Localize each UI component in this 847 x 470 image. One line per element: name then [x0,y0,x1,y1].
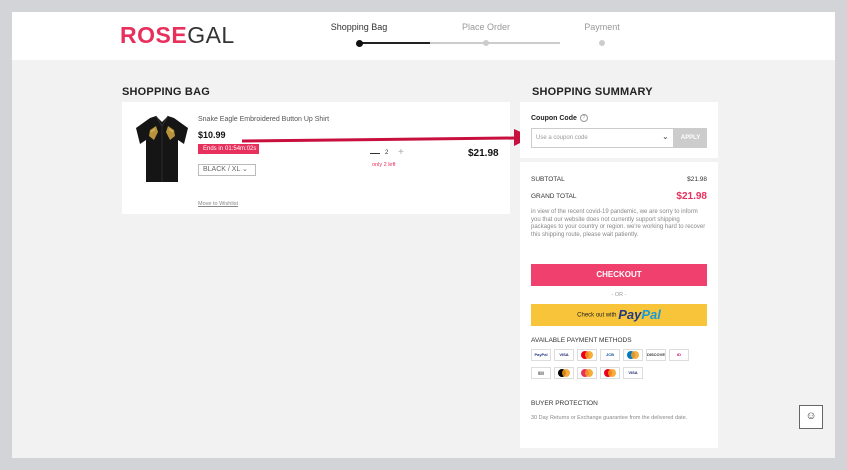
buyer-protection-text: 30 Day Returns or Exchange guarantee fro… [531,415,688,421]
coupon-label-text: Coupon Code [531,114,577,122]
buyer-protection-title: BUYER PROTECTION [531,400,598,407]
step-dot [599,40,605,46]
chat-support-icon[interactable]: ☺ [799,405,823,429]
bag-item-card: Snake Eagle Embroidered Button Up Shirt … [122,102,510,214]
payment-methods-grid: PayPal VISA JCB DISCOVER iD||||| VISA [531,349,707,385]
product-image[interactable] [134,114,190,184]
paypal-logo-pal: Pal [641,307,661,322]
line-total: $21.98 [468,148,499,159]
step-dot [355,40,363,47]
apply-coupon-button[interactable]: APPLY [674,128,707,148]
payment-methods-title: AVAILABLE PAYMENT METHODS [531,337,632,344]
subtotal-row: SUBTOTAL $21.98 [531,176,707,183]
page-frame: ROSEGAL Shopping Bag Place Order Payment… [12,12,835,458]
subtotal-label: SUBTOTAL [531,176,565,183]
stock-note: only 2 left [372,162,396,168]
logo-rose: ROSE [120,22,188,48]
grand-total-row: GRAND TOTAL $21.98 [531,191,707,202]
coupon-input[interactable]: Use a coupon code [531,128,674,148]
step-dot [483,40,489,46]
rosegal-logo[interactable]: ROSEGAL [120,22,235,49]
quantity-minus-button[interactable]: — [370,148,380,159]
paypal-logo: PayPal [618,307,661,322]
paypal-prefix: Check out with [577,312,617,319]
product-title[interactable]: Snake Eagle Embroidered Button Up Shirt [198,116,329,123]
giropay-icon [554,367,574,379]
product-price: $10.99 [198,130,226,140]
paypal-logo-pay: Pay [618,307,642,322]
subtotal-value: $21.98 [687,176,707,183]
quantity-plus-button[interactable]: + [398,147,404,158]
move-to-wishlist-link[interactable]: Move to Wishlist [198,201,238,207]
shopping-bag-title: SHOPPING BAG [122,86,210,98]
visa-electron-icon: VISA [623,367,643,379]
variant-value: BLACK / XL [203,166,241,173]
step-payment: Payment [567,22,637,46]
boleto-icon: ||||| [531,367,551,379]
ideal-icon: iD [669,349,689,361]
chevron-down-icon: ⌄ [242,166,248,173]
checkout-button[interactable]: CHECKOUT [531,264,707,286]
coupon-card: Coupon Code? Use a coupon code ⌄ APPLY [520,102,718,158]
countdown-badge: Ends in 01:54m:02s [198,144,260,154]
coupon-label: Coupon Code? [531,114,588,122]
maestro-icon [600,367,620,379]
or-divider: - OR - [611,292,627,298]
shopping-summary-title: SHOPPING SUMMARY [532,86,653,98]
grand-total-value: $21.98 [676,191,707,202]
step-shopping-bag: Shopping Bag [324,22,394,47]
step-place-order: Place Order [451,22,521,46]
quantity-value: 2 [385,150,389,156]
jcb-icon: JCB [600,349,620,361]
step-label: Place Order [461,22,511,32]
variant-selector[interactable]: BLACK / XL ⌄ [198,164,256,176]
step-label: Payment [584,22,620,32]
sofort-icon [577,367,597,379]
shipping-notice: in view of the recent covid-19 pandemic,… [531,209,706,238]
diners-icon [623,349,643,361]
grand-total-label: GRAND TOTAL [531,193,577,200]
header: ROSEGAL Shopping Bag Place Order Payment [12,12,835,60]
checkout-steps: Shopping Bag Place Order Payment [324,22,624,52]
paypal-checkout-button[interactable]: Check out with PayPal [531,304,707,326]
countdown-timer: 01:54m:02s [225,146,257,152]
mastercard-icon [577,349,597,361]
visa-icon: VISA [554,349,574,361]
discover-icon: DISCOVER [646,349,666,361]
logo-gal: GAL [187,22,235,48]
help-icon[interactable]: ? [579,114,588,122]
countdown-label: Ends in [203,146,224,152]
summary-card: SUBTOTAL $21.98 GRAND TOTAL $21.98 in vi… [520,162,718,448]
chevron-down-icon[interactable]: ⌄ [662,132,669,141]
paypal-card-icon: PayPal [531,349,551,361]
step-label: Shopping Bag [330,22,388,32]
